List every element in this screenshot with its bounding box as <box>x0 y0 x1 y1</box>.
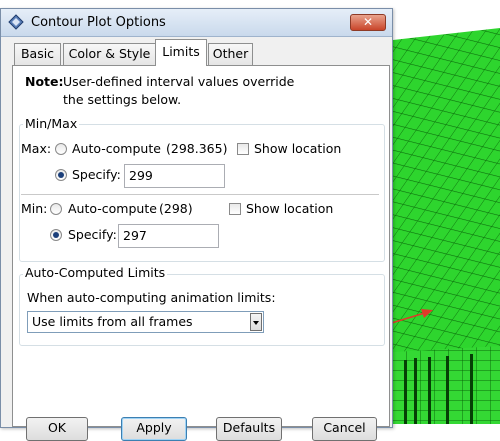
tab-basic[interactable]: Basic <box>14 43 61 65</box>
contour-plot-options-dialog: Contour Plot Options ✕ Basic Color & Sty… <box>0 8 393 441</box>
min-show-location-label[interactable]: Show location <box>246 201 333 216</box>
limits-panel: Note: User-defined interval values overr… <box>12 65 390 427</box>
tab-other[interactable]: Other <box>208 43 253 65</box>
max-auto-compute-value: (298.365) <box>166 141 228 156</box>
max-specify-radio[interactable] <box>55 169 67 181</box>
min-specify-radio[interactable] <box>50 229 62 241</box>
minmax-group-title: Min/Max <box>23 116 80 131</box>
min-auto-compute-value: (298) <box>159 201 193 216</box>
close-icon[interactable]: ✕ <box>350 14 386 31</box>
defaults-button[interactable]: Defaults <box>216 417 282 441</box>
chevron-down-icon[interactable] <box>250 313 262 331</box>
tab-limits[interactable]: Limits <box>155 39 207 66</box>
max-specify-label[interactable]: Specify: <box>72 167 121 182</box>
min-label: Min: <box>21 201 48 216</box>
min-show-location-checkbox[interactable] <box>229 203 241 215</box>
ok-button[interactable]: OK <box>26 417 88 441</box>
max-specify-input[interactable]: 299 <box>124 164 225 188</box>
note-label: Note: <box>25 74 64 89</box>
animation-limits-dropdown[interactable]: Use limits from all frames <box>27 311 264 333</box>
max-auto-compute-label[interactable]: Auto-compute <box>72 141 161 156</box>
min-auto-compute-radio[interactable] <box>50 203 62 215</box>
max-auto-compute-radio[interactable] <box>55 143 67 155</box>
min-specify-input[interactable]: 297 <box>118 224 219 248</box>
note-text-line1: User-defined interval values override <box>63 74 295 89</box>
tab-color-style[interactable]: Color & Style <box>63 43 156 65</box>
mesh-top-face <box>393 28 500 360</box>
max-show-location-checkbox[interactable] <box>237 143 249 155</box>
window-title: Contour Plot Options <box>31 15 166 30</box>
min-auto-compute-label[interactable]: Auto-compute <box>68 201 157 216</box>
cancel-button[interactable]: Cancel <box>312 417 377 441</box>
title-bar[interactable]: Contour Plot Options ✕ <box>1 9 392 37</box>
apply-button[interactable]: Apply <box>121 417 187 441</box>
max-show-location-label[interactable]: Show location <box>254 141 341 156</box>
minmax-separator <box>21 194 379 195</box>
animation-limits-selected: Use limits from all frames <box>32 314 193 329</box>
min-specify-label[interactable]: Specify: <box>68 227 117 242</box>
auto-limits-group <box>19 274 385 346</box>
max-label: Max: <box>21 141 52 156</box>
note-text-line2: the settings below. <box>63 92 182 107</box>
auto-limits-group-title: Auto-Computed Limits <box>23 265 168 280</box>
auto-limits-label: When auto-computing animation limits: <box>27 290 276 305</box>
abaqus-app-icon <box>8 14 24 30</box>
